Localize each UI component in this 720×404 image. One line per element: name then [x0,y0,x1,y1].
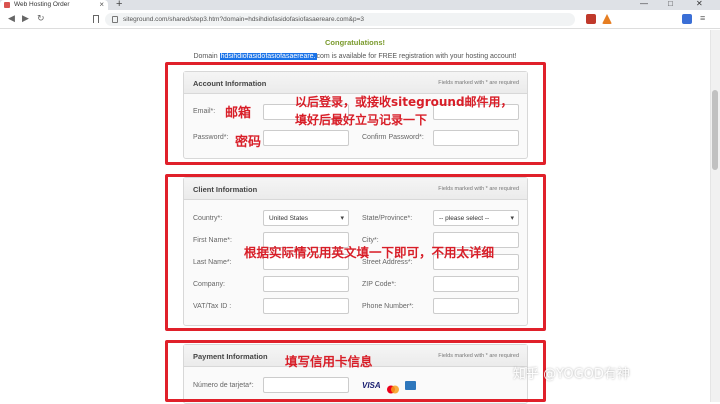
bookmark-icon[interactable] [93,15,99,23]
browser-toolbar: ◀ ▶ ↻ siteground.com/shared/step3.htm?do… [0,10,720,29]
watermark: 知乎 @YOGOD有神 [513,367,630,382]
domain-suffix: com is available for FREE registration w… [316,53,517,60]
maximize-icon[interactable]: □ [668,0,673,8]
reload-icon[interactable]: ↻ [37,13,45,24]
forward-icon[interactable]: ▶ [22,13,29,24]
domain-highlight: hdsihdiofasidofasiofasaereare. [219,53,317,60]
congrats-heading: Congratulations! [325,38,385,47]
back-icon[interactable]: ◀ [8,13,15,24]
scroll-thumb[interactable] [712,90,718,170]
minimize-icon[interactable]: — [640,0,648,8]
lock-icon [112,16,118,23]
tab-close-icon[interactable]: × [99,0,104,9]
payment-tip: 填写信用卡信息 [285,354,373,369]
new-tab-button[interactable]: + [116,0,122,10]
rewards-icon[interactable] [602,14,612,24]
account-tip-line1: 以后登录，或接收siteground邮件用， [295,95,513,109]
tab-title: Web Hosting Order [14,1,70,8]
extension-icon[interactable] [682,14,692,24]
domain-prefix: Domain [193,53,220,60]
payment-highlight-box [165,340,546,402]
email-annotation: 邮箱 [225,106,252,121]
client-tip: 根据实际情况用英文填一下即可，不用太详细 [244,245,495,260]
brave-shield-icon[interactable] [586,14,596,24]
menu-icon[interactable]: ≡ [700,13,705,23]
address-bar[interactable]: siteground.com/shared/step3.htm?domain=h… [105,13,575,26]
browser-tabbar: Web Hosting Order × + — □ ✕ [0,0,720,10]
password-annotation: 密码 [235,135,262,150]
site-favicon-icon [4,2,10,8]
account-tip-line2: 填好后最好立马记录一下 [295,113,428,127]
window-close-icon[interactable]: ✕ [696,0,703,8]
url-text: siteground.com/shared/step3.htm?domain=h… [123,16,365,23]
domain-availability: Domain hdsihdiofasidofasiofasaereare.com… [0,53,710,60]
browser-tab[interactable]: Web Hosting Order × [0,0,108,10]
page-scrollbar[interactable] [710,30,720,402]
